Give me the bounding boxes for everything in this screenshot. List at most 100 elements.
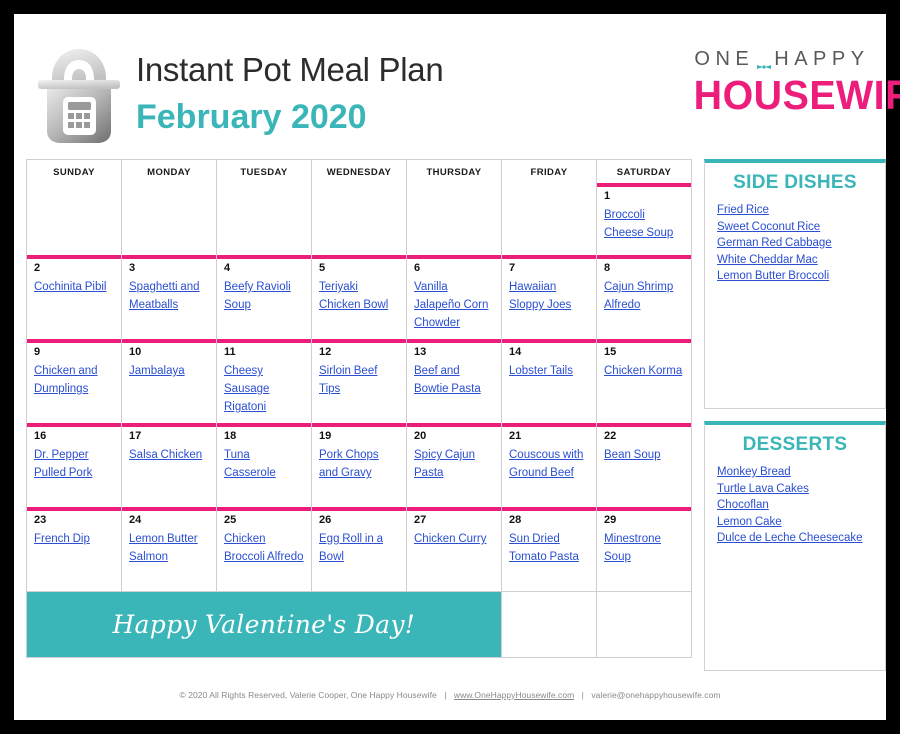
dow-wednesday: WEDNESDAY: [312, 160, 407, 184]
desserts-list: Monkey Bread Turtle Lava Cakes Chocoflan…: [705, 464, 885, 547]
meal-link[interactable]: Bean Soup: [604, 449, 661, 461]
list-item[interactable]: Lemon Butter Broccoli: [717, 268, 875, 285]
meal-link[interactable]: Lemon Butter Salmon: [129, 533, 198, 563]
month-title: February 2020: [136, 98, 367, 136]
meal-link[interactable]: Egg Roll in a Bowl: [319, 533, 383, 563]
meal-link[interactable]: Vanilla Jalapeño Corn Chowder: [414, 281, 488, 329]
meal-link[interactable]: Chicken Korma: [604, 365, 682, 377]
day-number: 15: [604, 346, 617, 358]
day-number: 4: [224, 262, 231, 274]
day-number: 20: [414, 430, 427, 442]
list-item[interactable]: White Cheddar Mac: [717, 252, 875, 269]
calendar-cell: [502, 184, 597, 255]
day-number: 7: [509, 262, 516, 274]
list-item[interactable]: Monkey Bread: [717, 464, 875, 481]
list-item[interactable]: Sweet Coconut Rice: [717, 219, 875, 236]
calendar-cell: [27, 184, 122, 255]
email-text: valerie@onehappyhousewife.com: [591, 690, 721, 700]
footer-separator-2: |: [581, 690, 584, 700]
calendar-cell: 8 Cajun Shrimp Alfredo: [597, 255, 691, 339]
calendar-cell: 12 Sirloin Beef Tips: [312, 339, 407, 423]
meal-link[interactable]: Cheesy Sausage Rigatoni: [224, 365, 269, 413]
meal-link[interactable]: Sun Dried Tomato Pasta: [509, 533, 579, 563]
meal-link[interactable]: Spaghetti and Meatballs: [129, 281, 200, 311]
day-number: 28: [509, 514, 522, 526]
website-link[interactable]: www.OneHappyHousewife.com: [454, 690, 574, 700]
meal-link[interactable]: Jambalaya: [129, 365, 185, 377]
brand-logo: ONE HAPPY HOUSEWIFE: [690, 48, 900, 118]
dow-thursday: THURSDAY: [407, 160, 502, 184]
meal-link[interactable]: Hawaiian Sloppy Joes: [509, 281, 571, 311]
footer-separator-1: |: [444, 690, 447, 700]
calendar-cell: 25 Chicken Broccoli Alfredo: [217, 507, 312, 591]
list-item[interactable]: Turtle Lava Cakes: [717, 481, 875, 498]
day-number: 13: [414, 346, 427, 358]
meal-link[interactable]: Chicken Curry: [414, 533, 486, 545]
list-item[interactable]: Chocoflan: [717, 497, 875, 514]
day-number: 6: [414, 262, 421, 274]
calendar-cell: 6 Vanilla Jalapeño Corn Chowder: [407, 255, 502, 339]
meal-link[interactable]: French Dip: [34, 533, 90, 545]
meal-link[interactable]: Teriyaki Chicken Bowl: [319, 281, 388, 311]
calendar-cell: [122, 184, 217, 255]
list-item[interactable]: Lemon Cake: [717, 514, 875, 531]
day-number: 27: [414, 514, 427, 526]
list-item[interactable]: Fried Rice: [717, 202, 875, 219]
meal-link[interactable]: Dr. Pepper Pulled Pork: [34, 449, 92, 479]
meal-link[interactable]: Spicy Cajun Pasta: [414, 449, 475, 479]
page-footer: © 2020 All Rights Reserved, Valerie Coop…: [14, 690, 886, 700]
bow-icon: [756, 55, 772, 69]
day-number: 12: [319, 346, 332, 358]
calendar-cell: [312, 184, 407, 255]
logo-word-housewife: HOUSEWIFE: [693, 72, 900, 118]
meal-link[interactable]: Cajun Shrimp Alfredo: [604, 281, 673, 311]
list-item[interactable]: Dulce de Leche Cheesecake: [717, 530, 875, 547]
meal-link[interactable]: Couscous with Ground Beef: [509, 449, 583, 479]
calendar-cell: 4 Beefy Ravioli Soup: [217, 255, 312, 339]
day-number: 18: [224, 430, 237, 442]
list-item[interactable]: German Red Cabbage: [717, 235, 875, 252]
logo-top-line: ONE HAPPY: [690, 48, 874, 71]
instant-pot-icon: [38, 49, 120, 143]
valentine-empty-cells: [500, 592, 691, 657]
meal-link[interactable]: Lobster Tails: [509, 365, 573, 377]
valentine-banner-row: Happy Valentine's Day!: [26, 592, 692, 658]
calendar-cell: 27 Chicken Curry: [407, 507, 502, 591]
meal-link[interactable]: Sirloin Beef Tips: [319, 365, 377, 395]
day-number: 9: [34, 346, 41, 358]
meal-link[interactable]: Beefy Ravioli Soup: [224, 281, 291, 311]
day-number: 8: [604, 262, 611, 274]
meal-link[interactable]: Cochinita Pibil: [34, 281, 106, 293]
day-number: 2: [34, 262, 41, 274]
calendar-week-row: 9 Chicken and Dumplings 10 Jambalaya 11 …: [26, 339, 692, 424]
meal-link[interactable]: Minestrone Soup: [604, 533, 661, 563]
meal-link[interactable]: Salsa Chicken: [129, 449, 202, 461]
calendar-cell: 3 Spaghetti and Meatballs: [122, 255, 217, 339]
calendar-cell: 16 Dr. Pepper Pulled Pork: [27, 423, 122, 507]
day-number: 17: [129, 430, 142, 442]
day-number: 21: [509, 430, 522, 442]
meal-link[interactable]: Tuna Casserole: [224, 449, 276, 479]
title-block: Instant Pot Meal Plan February 2020: [136, 50, 444, 139]
meal-link[interactable]: Chicken Broccoli Alfredo: [224, 533, 304, 563]
copyright-text: © 2020 All Rights Reserved, Valerie Coop…: [179, 690, 437, 700]
day-number: 16: [34, 430, 47, 442]
valentine-banner: Happy Valentine's Day!: [27, 592, 501, 657]
calendar-cell: 28 Sun Dried Tomato Pasta: [502, 507, 597, 591]
calendar-cell: 1 Broccoli Cheese Soup: [597, 183, 691, 255]
meal-link[interactable]: Broccoli Cheese Soup: [604, 209, 673, 239]
dow-friday: FRIDAY: [502, 160, 597, 184]
day-number: 22: [604, 430, 617, 442]
meal-link[interactable]: Pork Chops and Gravy: [319, 449, 379, 479]
dow-tuesday: TUESDAY: [217, 160, 312, 184]
calendar-week-row: 23 French Dip 24 Lemon Butter Salmon 25 …: [26, 507, 692, 592]
day-number: 29: [604, 514, 617, 526]
calendar-cell: 26 Egg Roll in a Bowl: [312, 507, 407, 591]
day-number: 23: [34, 514, 47, 526]
calendar-cell: 19 Pork Chops and Gravy: [312, 423, 407, 507]
calendar-cell: 29 Minestrone Soup: [597, 507, 691, 591]
calendar-cell: 22 Bean Soup: [597, 423, 691, 507]
meal-link[interactable]: Chicken and Dumplings: [34, 365, 98, 395]
meal-link[interactable]: Beef and Bowtie Pasta: [414, 365, 481, 395]
calendar-cell: 21 Couscous with Ground Beef: [502, 423, 597, 507]
